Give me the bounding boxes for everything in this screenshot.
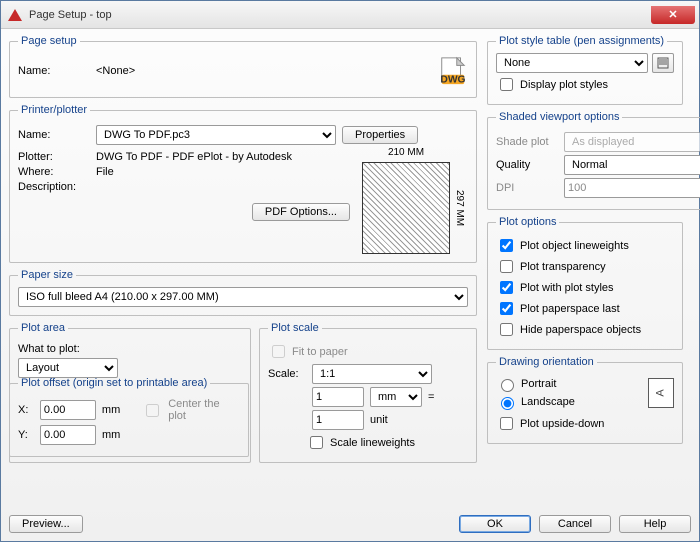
- plot-upside-down-label: Plot upside-down: [520, 418, 604, 430]
- plot-options-group: Plot options Plot object lineweights Plo…: [487, 216, 683, 350]
- equals-label: =: [428, 391, 434, 403]
- unit-label: unit: [370, 414, 388, 426]
- scale-numerator-input[interactable]: [312, 387, 364, 407]
- scale-select[interactable]: 1:1: [312, 364, 432, 384]
- close-button[interactable]: ✕: [651, 6, 695, 24]
- plot-lineweights-checkbox[interactable]: [500, 239, 513, 252]
- quality-label: Quality: [496, 159, 558, 171]
- drawing-orientation-legend: Drawing orientation: [496, 356, 597, 368]
- landscape-label: Landscape: [521, 396, 575, 408]
- plot-style-table-legend: Plot style table (pen assignments): [496, 35, 667, 47]
- fit-to-paper-label: Fit to paper: [292, 346, 348, 358]
- page-setup-legend: Page setup: [18, 35, 80, 47]
- y-input[interactable]: [40, 425, 96, 445]
- x-input[interactable]: [40, 400, 96, 420]
- paper-height-label: 297 MM: [454, 163, 465, 253]
- printer-name-label: Name:: [18, 129, 90, 141]
- where-value: File: [96, 166, 114, 178]
- shaded-viewport-group: Shaded viewport options Shade plot As di…: [487, 111, 700, 210]
- scale-lineweights-label: Scale lineweights: [330, 437, 415, 449]
- display-plot-styles-checkbox[interactable]: [500, 78, 513, 91]
- dwg-icon: DWG: [438, 56, 468, 86]
- help-button[interactable]: Help: [619, 515, 691, 533]
- preview-button[interactable]: Preview...: [9, 515, 83, 533]
- window-title: Page Setup - top: [29, 9, 651, 21]
- shade-plot-select: As displayed: [564, 132, 700, 152]
- plot-style-edit-button[interactable]: [652, 53, 674, 73]
- fit-to-paper-checkbox: [272, 345, 285, 358]
- what-to-plot-select[interactable]: Layout: [18, 358, 118, 378]
- quality-select[interactable]: Normal: [564, 155, 700, 175]
- scale-denominator-input[interactable]: [312, 410, 364, 430]
- plot-transparency-label: Plot transparency: [520, 261, 606, 273]
- ok-button[interactable]: OK: [459, 515, 531, 533]
- paper-size-select[interactable]: ISO full bleed A4 (210.00 x 297.00 MM): [18, 287, 468, 307]
- where-label: Where:: [18, 166, 90, 178]
- edit-icon: [657, 57, 669, 69]
- paper-width-label: 210 MM: [363, 147, 449, 158]
- drawing-orientation-group: Drawing orientation Portrait Landscape A…: [487, 356, 683, 444]
- plot-scale-group: Plot scale Fit to paper Scale: 1:1 mm =: [259, 322, 477, 463]
- scale-lineweights-checkbox[interactable]: [310, 436, 323, 449]
- dialog-footer: Preview... OK Cancel Help: [9, 515, 691, 533]
- page-setup-name-label: Name:: [18, 65, 90, 77]
- x-label: X:: [18, 404, 34, 416]
- what-to-plot-label: What to plot:: [18, 343, 80, 355]
- scale-label: Scale:: [268, 368, 306, 380]
- description-label: Description:: [18, 181, 90, 193]
- plot-options-legend: Plot options: [496, 216, 559, 228]
- page-setup-dialog: Page Setup - top ✕ Page setup Name: <Non…: [0, 0, 700, 542]
- portrait-radio[interactable]: [501, 379, 514, 392]
- svg-text:DWG: DWG: [440, 74, 465, 85]
- title-bar: Page Setup - top ✕: [1, 1, 699, 29]
- plot-lineweights-label: Plot object lineweights: [520, 240, 629, 252]
- plot-offset-group: Plot offset (origin set to printable are…: [9, 377, 249, 457]
- y-label: Y:: [18, 429, 34, 441]
- printer-plotter-group: Printer/plotter Name: DWG To PDF.pc3 Pro…: [9, 104, 477, 263]
- plot-upside-down-checkbox[interactable]: [500, 417, 513, 430]
- hide-paperspace-label: Hide paperspace objects: [520, 324, 641, 336]
- plot-style-table-group: Plot style table (pen assignments) None …: [487, 35, 683, 105]
- page-setup-group: Page setup Name: <None> DWG: [9, 35, 477, 98]
- plot-area-legend: Plot area: [18, 322, 68, 334]
- y-unit: mm: [102, 429, 120, 441]
- page-setup-name-value: <None>: [96, 65, 432, 77]
- plotter-label: Plotter:: [18, 151, 90, 163]
- dpi-input: [564, 178, 700, 198]
- cancel-button[interactable]: Cancel: [539, 515, 611, 533]
- display-plot-styles-label: Display plot styles: [520, 79, 608, 91]
- center-plot-checkbox: [146, 404, 159, 417]
- x-unit: mm: [102, 404, 120, 416]
- portrait-label: Portrait: [521, 378, 556, 390]
- plot-paperspace-last-label: Plot paperspace last: [520, 303, 620, 315]
- printer-plotter-legend: Printer/plotter: [18, 104, 90, 116]
- pdf-options-button[interactable]: PDF Options...: [252, 203, 350, 221]
- plot-with-styles-checkbox[interactable]: [500, 281, 513, 294]
- dpi-label: DPI: [496, 182, 558, 194]
- paper-size-group: Paper size ISO full bleed A4 (210.00 x 2…: [9, 269, 477, 316]
- hide-paperspace-checkbox[interactable]: [500, 323, 513, 336]
- landscape-radio[interactable]: [501, 397, 514, 410]
- center-plot-label: Center the plot: [168, 398, 240, 422]
- plot-offset-legend: Plot offset (origin set to printable are…: [18, 377, 210, 389]
- properties-button[interactable]: Properties: [342, 126, 418, 144]
- plot-scale-legend: Plot scale: [268, 322, 322, 334]
- paper-size-legend: Paper size: [18, 269, 76, 281]
- app-logo-icon: [7, 7, 23, 23]
- shaded-viewport-legend: Shaded viewport options: [496, 111, 622, 123]
- plot-with-styles-label: Plot with plot styles: [520, 282, 614, 294]
- scale-unit-select[interactable]: mm: [370, 387, 422, 407]
- orientation-icon: A: [648, 378, 674, 408]
- plot-style-select[interactable]: None: [496, 53, 648, 73]
- paper-preview: 210 MM 297 MM: [362, 162, 450, 254]
- plotter-value: DWG To PDF - PDF ePlot - by Autodesk: [96, 151, 292, 163]
- plot-transparency-checkbox[interactable]: [500, 260, 513, 273]
- plot-paperspace-last-checkbox[interactable]: [500, 302, 513, 315]
- printer-name-select[interactable]: DWG To PDF.pc3: [96, 125, 336, 145]
- shade-plot-label: Shade plot: [496, 136, 558, 148]
